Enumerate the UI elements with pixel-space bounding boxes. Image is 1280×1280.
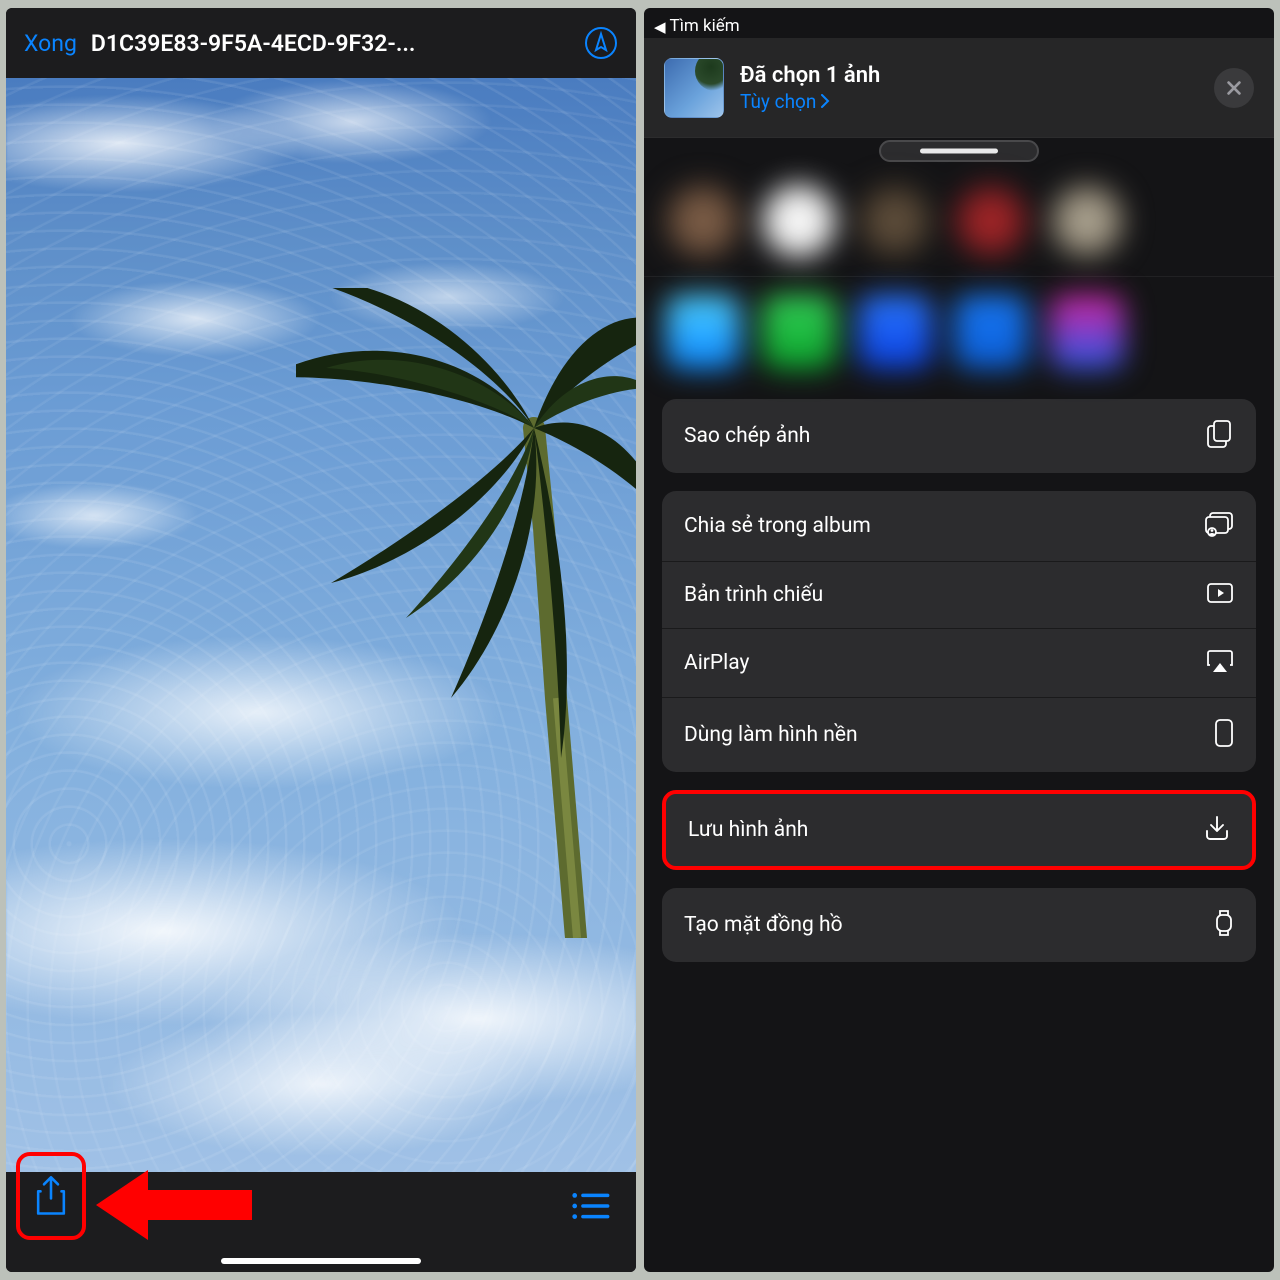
action-save-image[interactable]: Lưu hình ảnh	[666, 794, 1252, 866]
action-airplay[interactable]: AirPlay	[662, 629, 1256, 698]
back-label[interactable]: Tìm kiếm	[670, 16, 740, 36]
viewer-header: Xong D1C39E83-9F5A-4ECD-9F32-...	[6, 8, 636, 78]
sheet-header: Đã chọn 1 ảnh Tùy chọn	[644, 38, 1274, 138]
status-bar: ◀ Tìm kiếm	[644, 8, 1274, 38]
pill-handle[interactable]	[879, 140, 1039, 162]
airdrop-contacts-row[interactable]	[644, 172, 1274, 270]
selection-thumbnail[interactable]	[664, 58, 724, 118]
list-icon[interactable]	[570, 1190, 610, 1226]
photo-content[interactable]	[6, 78, 636, 1172]
watch-icon	[1214, 908, 1234, 942]
phone-icon	[1214, 718, 1234, 752]
sheet-title: Đã chọn 1 ảnh	[740, 63, 1198, 88]
play-rect-icon	[1206, 582, 1234, 608]
download-icon	[1204, 814, 1230, 846]
action-slideshow[interactable]: Bản trình chiếu	[662, 562, 1256, 629]
chevron-right-icon	[820, 94, 830, 108]
action-group-save: Lưu hình ảnh	[662, 790, 1256, 870]
share-button[interactable]	[16, 1152, 86, 1240]
back-chevron-icon[interactable]: ◀	[654, 18, 666, 36]
action-group-watch: Tạo mặt đồng hồ	[662, 888, 1256, 962]
copy-icon	[1206, 419, 1234, 453]
palm-tree-image	[296, 288, 636, 938]
home-indicator	[221, 1258, 421, 1264]
options-button[interactable]: Tùy chọn	[740, 90, 1198, 113]
share-sheet-panel: ◀ Tìm kiếm Đã chọn 1 ảnh Tùy chọn	[644, 8, 1274, 1272]
action-copy-photo[interactable]: Sao chép ảnh	[662, 399, 1256, 473]
action-group-copy: Sao chép ảnh	[662, 399, 1256, 473]
file-title: D1C39E83-9F5A-4ECD-9F32-...	[91, 30, 570, 57]
close-icon	[1225, 79, 1243, 97]
action-group-main: Chia sẻ trong album Bản trình chiếu AirP…	[662, 491, 1256, 772]
viewer-footer	[6, 1172, 636, 1272]
close-button[interactable]	[1214, 68, 1254, 108]
sheet-grabber-row	[644, 138, 1274, 172]
arrow-callout-icon	[92, 1166, 252, 1244]
done-button[interactable]: Xong	[24, 30, 77, 57]
photo-viewer-panel: Xong D1C39E83-9F5A-4ECD-9F32-...	[6, 8, 636, 1272]
share-apps-row[interactable]	[644, 283, 1274, 381]
shared-album-icon	[1204, 511, 1234, 541]
action-wallpaper[interactable]: Dùng làm hình nền	[662, 698, 1256, 772]
action-share-album[interactable]: Chia sẻ trong album	[662, 491, 1256, 562]
action-watch-face[interactable]: Tạo mặt đồng hồ	[662, 888, 1256, 962]
airplay-icon	[1206, 649, 1234, 677]
markup-icon[interactable]	[584, 26, 618, 60]
